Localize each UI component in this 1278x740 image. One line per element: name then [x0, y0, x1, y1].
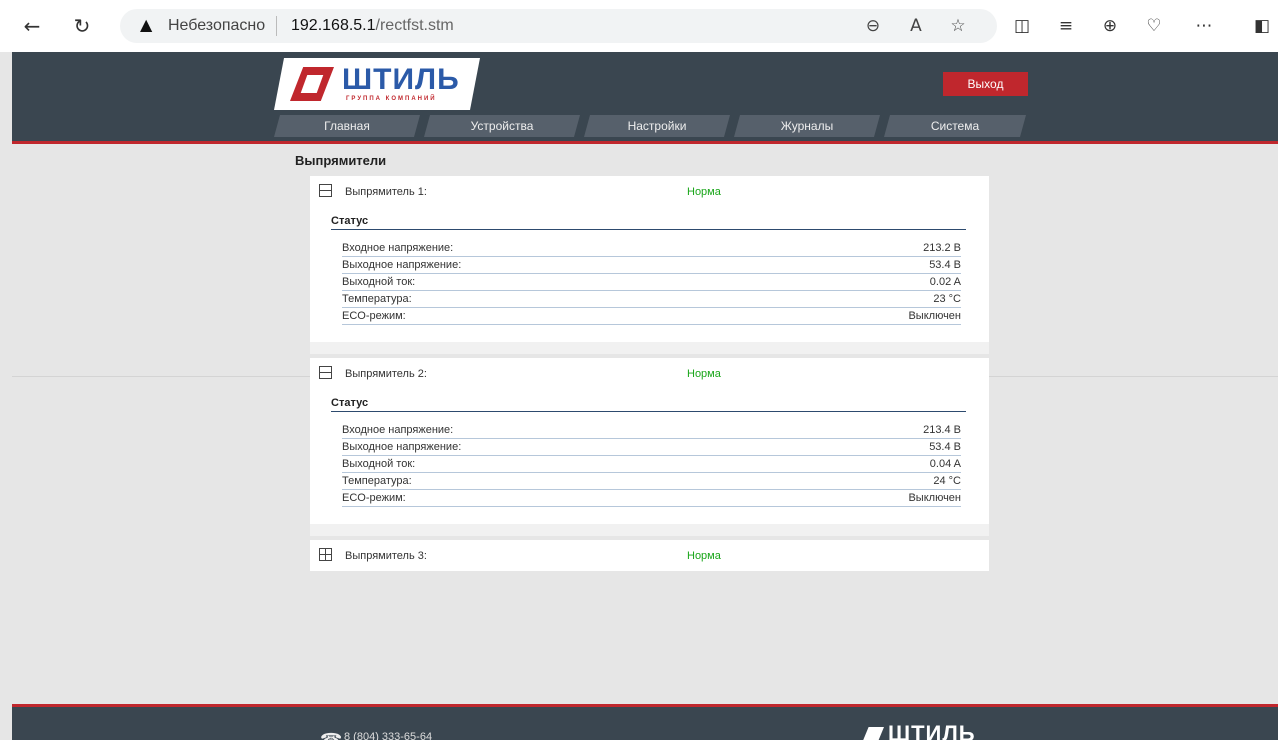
row-label: ECO-режим: [342, 492, 406, 504]
status-row: Температура: 23 °C [342, 291, 961, 308]
nav-item-logs[interactable]: Журналы [734, 115, 880, 137]
row-value: 53.4 В [929, 441, 961, 453]
nav-item-settings[interactable]: Настройки [584, 115, 730, 137]
more-icon[interactable]: ⋯ [1190, 13, 1218, 39]
exit-button[interactable]: Выход [943, 72, 1028, 96]
page-viewport: ШТИЛЬ ГРУППА КОМПАНИЙ Выход Главная Устр… [12, 52, 1278, 740]
collapse-icon[interactable] [319, 366, 332, 379]
arrow-left-icon[interactable]: ← [16, 10, 48, 42]
row-value: Выключен [908, 492, 961, 504]
row-label: ECO-режим: [342, 310, 406, 322]
row-value: Выключен [908, 310, 961, 322]
rectifier-details: Статус Входное напряжение: 213.2 В Выходн… [310, 207, 989, 342]
footer-phone: 8 (804) 333-65-64 [344, 731, 433, 740]
row-label: Выходное напряжение: [342, 441, 462, 453]
row-label: Входное напряжение: [342, 242, 454, 254]
row-value: 0.04 A [929, 458, 961, 470]
rectifier-name: Выпрямитель 1: [345, 186, 427, 198]
logo-mark-icon [290, 67, 334, 101]
url-host: 192.168.5.1 [291, 17, 376, 34]
row-value: 213.2 В [923, 242, 961, 254]
rectifier-details: Статус Входное напряжение: 213.4 В Выходн… [310, 389, 989, 524]
row-label: Температура: [342, 475, 412, 487]
rectifier-header[interactable]: Выпрямитель 3: Норма [310, 540, 989, 571]
row-label: Входное напряжение: [342, 424, 454, 436]
rectifier-header[interactable]: Выпрямитель 1: Норма [310, 176, 989, 207]
nav-item-system[interactable]: Система [884, 115, 1026, 137]
row-label: Выходной ток: [342, 458, 416, 470]
rectifier-status: Норма [687, 368, 721, 380]
row-label: Выходное напряжение: [342, 259, 462, 271]
row-value: 53.4 В [929, 259, 961, 271]
rectifier-card: Выпрямитель 2: Норма Статус Входное напр… [310, 358, 989, 536]
footer-logo: ШТИЛЬ [888, 721, 976, 740]
collapse-icon[interactable] [319, 184, 332, 197]
status-row: Выходной ток: 0.04 A [342, 456, 961, 473]
row-value: 23 °C [933, 293, 961, 305]
page-title: Выпрямители [295, 153, 387, 168]
heart-icon[interactable]: ♡ [1140, 13, 1168, 39]
phone-icon: ☎ [320, 730, 342, 740]
address-divider [276, 16, 277, 36]
status-row: Входное напряжение: 213.2 В [342, 240, 961, 257]
url-text[interactable]: 192.168.5.1/rectfst.stm [291, 17, 454, 35]
status-row: Выходное напряжение: 53.4 В [342, 257, 961, 274]
nav-item-home[interactable]: Главная [274, 115, 420, 137]
sidebar-icon[interactable]: ◧ [1248, 13, 1276, 39]
company-logo[interactable]: ШТИЛЬ ГРУППА КОМПАНИЙ [274, 58, 480, 110]
read-aloud-icon[interactable]: A [903, 13, 929, 39]
section-divider [331, 229, 966, 230]
warning-icon[interactable]: ▲ [140, 15, 152, 34]
row-value: 0.02 A [929, 276, 961, 288]
site-header: ШТИЛЬ ГРУППА КОМПАНИЙ Выход Главная Устр… [12, 52, 1278, 144]
row-value: 24 °C [933, 475, 961, 487]
collections-icon[interactable]: ⊕ [1096, 13, 1124, 39]
zoom-out-icon[interactable]: ⊖ [860, 13, 886, 39]
section-title: Статус [331, 215, 369, 227]
status-row: Выходное напряжение: 53.4 В [342, 439, 961, 456]
site-footer: ☎ 8 (804) 333-65-64 ШТИЛЬ [12, 704, 1278, 740]
browser-toolbar: ← ↻ ▲ Небезопасно 192.168.5.1/rectfst.st… [0, 0, 1278, 52]
split-screen-icon[interactable]: ◫ [1008, 13, 1036, 39]
expand-icon[interactable] [319, 548, 332, 561]
nav-item-devices[interactable]: Устройства [424, 115, 580, 137]
rectifier-card: Выпрямитель 1: Норма Статус Входное напр… [310, 176, 989, 354]
footer-logo-mark-icon [862, 727, 884, 740]
section-title: Статус [331, 397, 369, 409]
rectifier-name: Выпрямитель 2: [345, 368, 427, 380]
status-row: Выходной ток: 0.02 A [342, 274, 961, 291]
url-path: /rectfst.stm [375, 17, 454, 34]
status-row: Входное напряжение: 213.4 В [342, 422, 961, 439]
row-label: Температура: [342, 293, 412, 305]
logo-name: ШТИЛЬ [342, 63, 460, 96]
favorites-icon[interactable]: ≡ [1052, 13, 1080, 39]
security-label[interactable]: Небезопасно [168, 17, 265, 35]
rectifier-card: Выпрямитель 3: Норма [310, 540, 989, 571]
status-row: ECO-режим: Выключен [342, 490, 961, 507]
star-icon[interactable]: ☆ [945, 13, 971, 39]
section-divider [331, 411, 966, 412]
rectifier-status: Норма [687, 186, 721, 198]
status-row: Температура: 24 °C [342, 473, 961, 490]
rectifier-name: Выпрямитель 3: [345, 550, 427, 562]
refresh-icon[interactable]: ↻ [66, 10, 98, 42]
row-value: 213.4 В [923, 424, 961, 436]
status-row: ECO-режим: Выключен [342, 308, 961, 325]
logo-subtitle: ГРУППА КОМПАНИЙ [346, 96, 437, 102]
row-label: Выходной ток: [342, 276, 416, 288]
main-nav: Главная Устройства Настройки Журналы Сис… [274, 115, 1026, 137]
rectifier-header[interactable]: Выпрямитель 2: Норма [310, 358, 989, 389]
rectifier-status: Норма [687, 550, 721, 562]
